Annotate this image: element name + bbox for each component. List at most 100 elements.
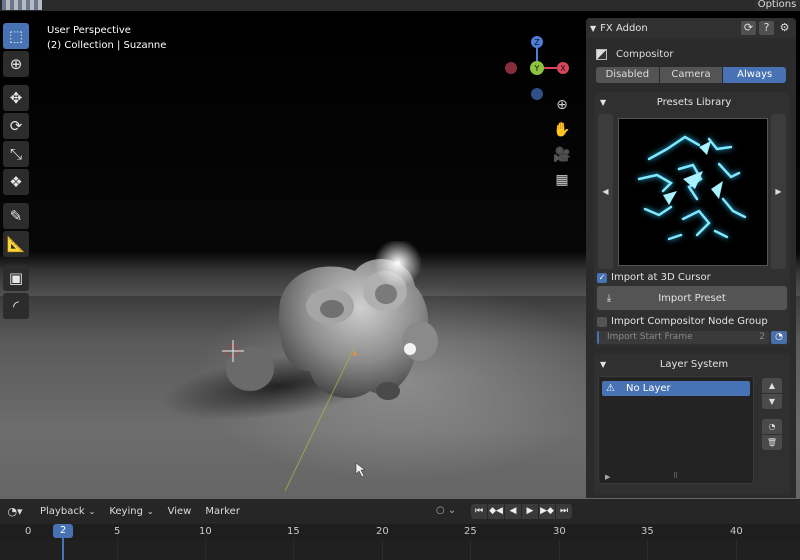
chevron-down-icon: ⌄ xyxy=(146,507,154,516)
jump-end-icon[interactable]: ⏭ xyxy=(556,504,572,519)
camera-icon[interactable]: 🎥 xyxy=(550,143,574,167)
annotate-tool[interactable]: ✎ xyxy=(3,203,29,229)
panel-header[interactable]: ▼ FX Addon ⟳ ? ⚙ xyxy=(586,18,796,38)
fx-addon-panel: ▼ FX Addon ⟳ ? ⚙ Compositor Disabled Cam… xyxy=(586,18,796,498)
measure-tool[interactable]: 📐 xyxy=(3,231,29,257)
start-frame-label: Import Start Frame xyxy=(607,332,693,342)
collapse-icon[interactable]: ▼ xyxy=(590,24,596,33)
current-frame-indicator[interactable]: 2 xyxy=(53,524,73,538)
cursor-tool[interactable]: ⊕ xyxy=(3,51,29,77)
tick-label: 35 xyxy=(641,526,654,537)
compositor-row: Compositor xyxy=(586,43,796,65)
layer-side-buttons: ▲ ▼ ◔ 🗑 xyxy=(762,378,782,451)
import-at-cursor-checkbox[interactable]: ✓ xyxy=(597,272,607,283)
compositor-label: Compositor xyxy=(616,48,674,60)
tick-label: 15 xyxy=(287,526,300,537)
zoom-icon[interactable]: ⊕ xyxy=(550,93,574,117)
play-reverse-icon[interactable]: ◀ xyxy=(505,504,521,519)
list-resize-grip-icon[interactable]: ⠿ xyxy=(673,472,678,480)
jump-start-icon[interactable]: ⏮ xyxy=(471,504,487,519)
move-layer-up-button[interactable]: ▲ xyxy=(762,378,782,393)
layer-system-header[interactable]: ▼ Layer System xyxy=(594,354,790,374)
start-frame-value: 2 xyxy=(759,332,765,342)
playback-menu[interactable]: Playback ⌄ xyxy=(40,506,95,517)
move-tool[interactable]: ✥ xyxy=(3,85,29,111)
options-button[interactable]: Options xyxy=(754,0,800,11)
svg-text:Z: Z xyxy=(534,38,540,47)
transform-tool[interactable]: ❖ xyxy=(3,169,29,195)
electric-effect-preview xyxy=(637,135,747,241)
frame-ruler[interactable]: 0 2 5 10 15 20 25 30 35 40 xyxy=(0,524,800,540)
import-node-group-option[interactable]: Import Compositor Node Group xyxy=(597,314,768,329)
next-keyframe-icon[interactable]: ▶◆ xyxy=(539,504,555,519)
tool-shelf: ⬚ ⊕ ✥ ⟳ ⤡ ❖ ✎ 📐 ▣ ◜ xyxy=(3,23,31,321)
tick-label: 40 xyxy=(730,526,743,537)
auto-keying-icon[interactable]: ○ ⌄ xyxy=(436,505,462,516)
workspace-thumbnail[interactable] xyxy=(2,0,42,10)
collapse-icon[interactable]: ▼ xyxy=(600,98,618,107)
tick-label: 25 xyxy=(464,526,477,537)
prev-keyframe-icon[interactable]: ◆◀ xyxy=(488,504,504,519)
mode-always[interactable]: Always xyxy=(723,67,787,83)
view-name: User Perspective xyxy=(47,25,131,36)
preset-thumbnail[interactable] xyxy=(618,118,768,266)
import-at-cursor-label: Import at 3D Cursor xyxy=(611,272,711,283)
refresh-icon[interactable]: ⟳ xyxy=(741,21,756,35)
next-preset-button[interactable]: ▶ xyxy=(771,114,786,269)
frame-clock-icon[interactable]: ◔ xyxy=(771,331,787,344)
list-item[interactable]: ⚠ No Layer xyxy=(602,381,750,396)
playhead-line[interactable] xyxy=(62,538,64,560)
scale-tool[interactable]: ⤡ xyxy=(3,141,29,167)
presets-header[interactable]: ▼ Presets Library xyxy=(594,92,790,112)
extra-tool[interactable]: ◜ xyxy=(3,293,29,319)
grid-ortho-icon[interactable]: ▦ xyxy=(550,168,574,192)
svg-text:Y: Y xyxy=(534,64,540,73)
layer-system-title: Layer System xyxy=(659,358,729,370)
collapse-icon[interactable]: ▼ xyxy=(600,360,618,369)
prev-preset-button[interactable]: ◀ xyxy=(598,114,613,269)
import-icon: ⤓ xyxy=(606,292,612,304)
presets-library-panel: ▼ Presets Library ◀ ▶ ✓ Import at 3D Cur… xyxy=(594,92,790,346)
gear-icon[interactable]: ⚙ xyxy=(777,21,792,35)
view-menu[interactable]: View xyxy=(168,506,192,517)
transport-controls: ⏮ ◆◀ ◀ ▶ ▶◆ ⏭ xyxy=(471,504,573,519)
move-layer-down-button[interactable]: ▼ xyxy=(762,394,782,409)
preset-browser: ◀ ▶ xyxy=(598,114,786,269)
layer-clock-icon[interactable]: ◔ xyxy=(762,419,782,434)
import-preset-button[interactable]: ⤓ Import Preset xyxy=(597,286,787,310)
tick-label: 5 xyxy=(114,526,121,537)
layer-list[interactable]: ⚠ No Layer ▶ ⠿ xyxy=(598,376,754,484)
mode-disabled[interactable]: Disabled xyxy=(596,67,660,83)
hand-pan-icon[interactable]: ✋ xyxy=(550,118,574,142)
timeline-track[interactable] xyxy=(0,540,800,560)
start-frame-field[interactable]: Import Start Frame 2 xyxy=(597,331,769,344)
editor-type-clock-icon[interactable]: ◔▾ xyxy=(4,504,26,519)
import-node-group-checkbox[interactable] xyxy=(597,316,607,327)
timeline-editor: ◔▾ Playback ⌄ Keying ⌄ View Marker ○ ⌄ ⏮ ◆… xyxy=(0,499,800,560)
layer-label: No Layer xyxy=(626,383,671,394)
import-at-cursor-option[interactable]: ✓ Import at 3D Cursor xyxy=(597,270,711,285)
import-preset-label: Import Preset xyxy=(658,292,726,304)
layer-system-panel: ▼ Layer System ⚠ No Layer ▶ ⠿ ▲ ▼ ◔ 🗑 xyxy=(594,354,790,494)
keying-menu[interactable]: Keying ⌄ xyxy=(109,506,153,517)
play-icon[interactable]: ▶ xyxy=(522,504,538,519)
rotate-tool[interactable]: ⟳ xyxy=(3,113,29,139)
mode-camera[interactable]: Camera xyxy=(659,67,724,83)
tick-label: 30 xyxy=(553,526,566,537)
select-box-tool[interactable]: ⬚ xyxy=(3,23,29,49)
help-icon[interactable]: ? xyxy=(759,21,774,35)
chevron-down-icon: ⌄ xyxy=(88,507,96,516)
tick-label: 0 xyxy=(25,526,32,537)
warning-icon: ⚠ xyxy=(606,383,615,394)
collection-line: (2) Collection | Suzanne xyxy=(47,40,167,51)
trash-icon[interactable]: 🗑 xyxy=(762,435,782,450)
add-cube-tool[interactable]: ▣ xyxy=(3,265,29,291)
marker-menu[interactable]: Marker xyxy=(205,506,240,517)
list-filter-toggle-icon[interactable]: ▶ xyxy=(605,473,610,481)
panel-title: FX Addon xyxy=(600,22,648,34)
view-info: User Perspective (2) Collection | Suzann… xyxy=(47,23,166,53)
presets-title: Presets Library xyxy=(656,96,732,108)
navigation-gizmo[interactable]: Z X Y xyxy=(500,23,580,103)
timeline-header: ◔▾ Playback ⌄ Keying ⌄ View Marker ○ ⌄ ⏮ ◆… xyxy=(0,499,800,524)
compositor-mode-selector: Disabled Camera Always xyxy=(596,67,787,83)
